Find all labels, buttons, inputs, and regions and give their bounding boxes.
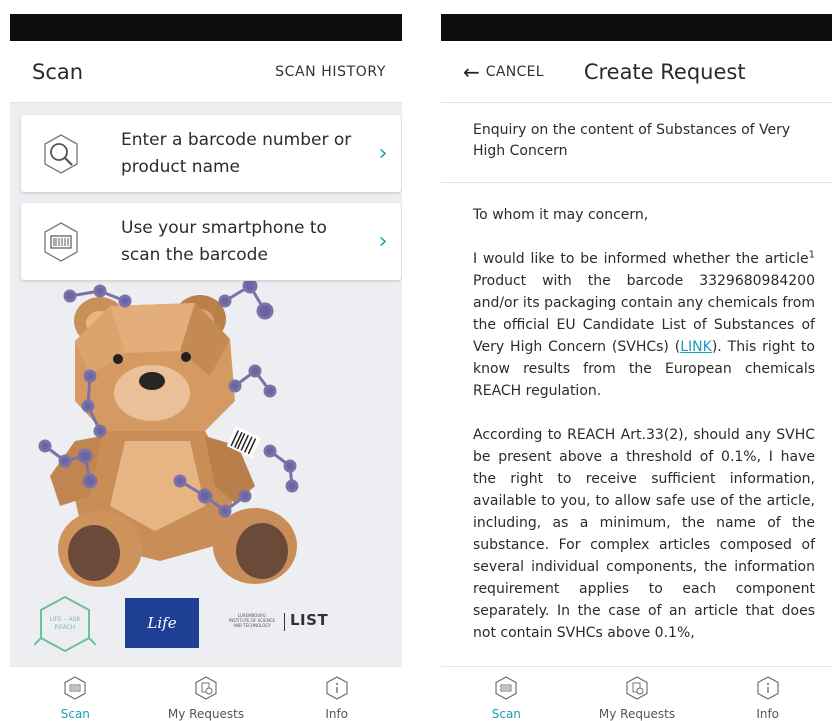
- scan-barcode-icon: [495, 676, 517, 700]
- document-clock-icon: [626, 676, 648, 700]
- barcode-hexagon-icon: [44, 221, 78, 262]
- status-bar: [10, 14, 402, 41]
- app-bar: Scan SCAN HISTORY: [10, 41, 402, 103]
- cancel-label: CANCEL: [485, 63, 544, 80]
- app-bar: ← CANCEL Create Request: [441, 41, 832, 103]
- page-title: Create Request: [583, 59, 746, 84]
- chevron-right-icon: ›: [378, 141, 388, 166]
- scan-barcode-card[interactable]: Use your smartphone to scan the barcode …: [21, 203, 401, 280]
- partner-logos: LIFE – ASK REACH Life LUXEMBOURG INSTITU…: [34, 593, 374, 655]
- create-request-screen: ← CANCEL Create Request Enquiry on the c…: [441, 14, 832, 721]
- nav-info-label: Info: [756, 707, 780, 721]
- paragraph-1-part-a: I would like to be informed whether the …: [473, 251, 809, 267]
- paragraph-2: According to REACH Art.33(2), should any…: [473, 427, 815, 641]
- request-subject[interactable]: Enquiry on the content of Substances of …: [441, 103, 832, 183]
- document-clock-icon: [195, 676, 217, 700]
- nav-info[interactable]: Info: [702, 667, 832, 721]
- scan-screen: Scan SCAN HISTORY Enter a barcode number…: [10, 14, 402, 721]
- nav-scan[interactable]: Scan: [441, 667, 572, 721]
- footnote-marker: 1: [808, 249, 815, 261]
- request-content[interactable]: Enquiry on the content of Substances of …: [441, 103, 832, 666]
- nav-scan-label: Scan: [491, 707, 521, 721]
- arrow-left-icon: ←: [463, 59, 480, 84]
- scan-barcode-icon: [64, 676, 86, 700]
- page-title: Scan: [32, 59, 84, 84]
- enter-barcode-card[interactable]: Enter a barcode number or product name ›: [21, 115, 401, 192]
- bottom-nav: Scan My Requests Info: [10, 666, 402, 721]
- scan-history-button[interactable]: SCAN HISTORY: [275, 64, 402, 80]
- teddy-bear-illustration: [38, 281, 299, 587]
- institute-logo-text: LUXEMBOURG INSTITUTE OF SCIENCE AND TECH…: [228, 613, 276, 628]
- logo-divider: [284, 613, 285, 631]
- list-logo: LIST: [290, 611, 329, 629]
- greeting: To whom it may concern,: [473, 207, 649, 223]
- nav-info[interactable]: Info: [271, 667, 402, 721]
- request-body[interactable]: To whom it may concern, I would like to …: [441, 183, 832, 644]
- eu-life-text: Life: [147, 614, 177, 632]
- magnifier-icon: [44, 133, 78, 174]
- candidate-list-link[interactable]: LINK: [680, 339, 712, 355]
- chevron-right-icon: ›: [378, 229, 388, 254]
- nav-my-requests-label: My Requests: [598, 707, 676, 721]
- nav-my-requests[interactable]: My Requests: [572, 667, 703, 721]
- nav-info-label: Info: [325, 707, 349, 721]
- life-ask-reach-text: LIFE – ASK REACH: [49, 616, 81, 631]
- eu-life-logo: Life: [125, 598, 199, 648]
- nav-scan-label: Scan: [60, 707, 90, 721]
- enter-barcode-label: Enter a barcode number or product name: [121, 129, 352, 177]
- nav-my-requests-label: My Requests: [167, 707, 245, 721]
- info-icon: [757, 676, 779, 700]
- scan-barcode-label: Use your smartphone to scan the barcode: [121, 217, 327, 265]
- bottom-nav: Scan My Requests Info: [441, 666, 832, 721]
- paragraph-1: I would like to be informed whether the …: [473, 248, 815, 402]
- cancel-button[interactable]: ← CANCEL: [441, 60, 544, 84]
- status-bar: [441, 14, 832, 41]
- info-icon: [326, 676, 348, 700]
- nav-my-requests[interactable]: My Requests: [141, 667, 272, 721]
- nav-scan[interactable]: Scan: [10, 667, 141, 721]
- scan-main: Enter a barcode number or product name ›…: [10, 103, 402, 666]
